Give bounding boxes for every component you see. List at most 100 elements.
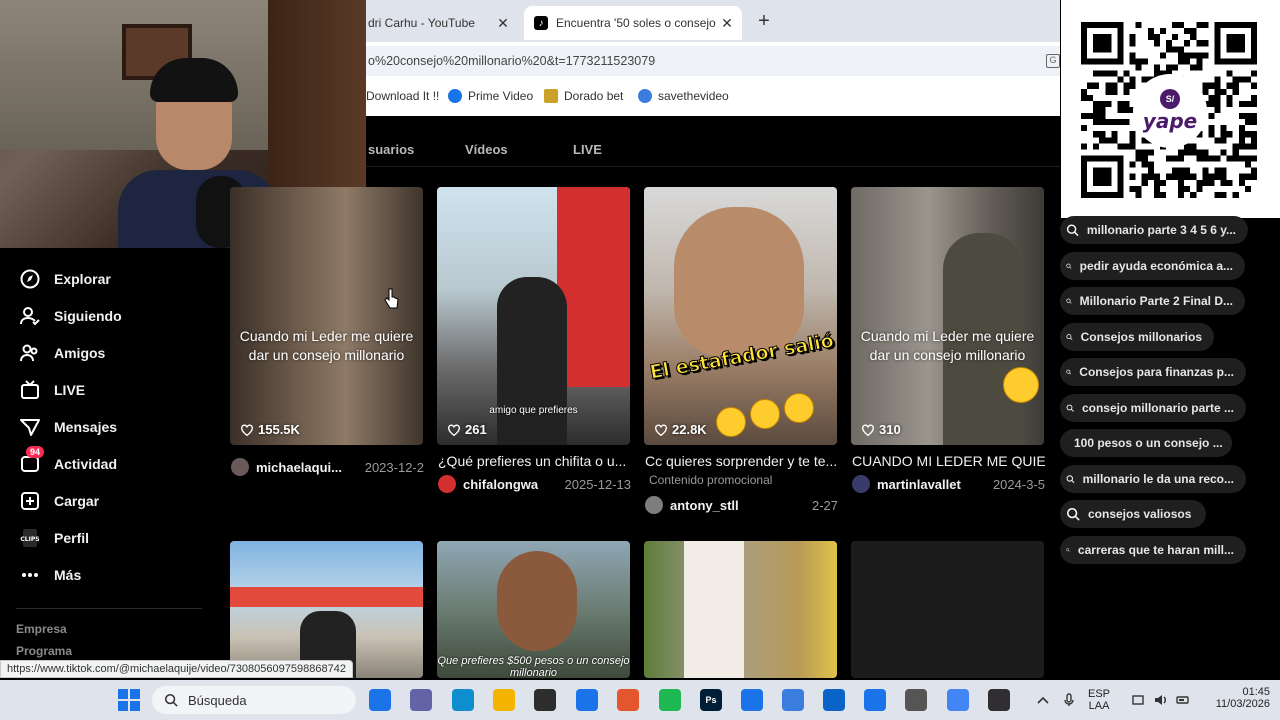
volume-icon[interactable] bbox=[1154, 693, 1168, 707]
windows-start-icon[interactable] bbox=[118, 689, 140, 711]
video-card-placeholder[interactable] bbox=[851, 541, 1044, 678]
video-card[interactable] bbox=[230, 541, 423, 678]
onedrive-icon[interactable] bbox=[741, 689, 763, 711]
sidebar-item-live[interactable]: LIVE bbox=[18, 375, 85, 405]
language-top: ESP bbox=[1088, 688, 1111, 700]
calendar-icon[interactable] bbox=[864, 689, 886, 711]
sidebar-item-mensajes[interactable]: Mensajes bbox=[18, 412, 117, 442]
avatar[interactable] bbox=[645, 496, 663, 514]
tab-live[interactable]: LIVE bbox=[573, 142, 602, 157]
clock[interactable]: 01:45 11/03/2026 bbox=[1204, 686, 1270, 710]
video-date: 2023-12-2 bbox=[364, 459, 424, 475]
new-tab-button[interactable]: + bbox=[754, 10, 774, 32]
related-search-item[interactable]: carreras que te haran mill... bbox=[1060, 535, 1246, 564]
related-search-item[interactable]: consejos valiosos bbox=[1060, 500, 1206, 528]
teams-icon[interactable] bbox=[410, 689, 432, 711]
video-title[interactable]: CUANDO MI LEDER ME QUIE... bbox=[852, 453, 1045, 469]
tab-usuarios[interactable]: suarios bbox=[368, 142, 414, 157]
obs-icon[interactable] bbox=[988, 689, 1010, 711]
footer-link-empresa[interactable]: Empresa bbox=[16, 622, 67, 636]
related-search-item[interactable]: 100 pesos o un consejo ... bbox=[1060, 429, 1232, 457]
sidebar-item-explorar[interactable]: Explorar bbox=[18, 264, 111, 294]
tab-tiktok[interactable]: ♪ Encuentra '50 soles o consejo m ✕ bbox=[524, 6, 742, 40]
calculator-icon[interactable] bbox=[905, 689, 927, 711]
sidebar-item-cargar[interactable]: Cargar bbox=[18, 486, 99, 516]
avatar[interactable] bbox=[438, 475, 456, 493]
avatar[interactable] bbox=[231, 458, 249, 476]
sidebar-item-label: Explorar bbox=[54, 271, 111, 287]
related-search-item[interactable]: Millonario Parte 2 Final D... bbox=[1060, 287, 1245, 315]
tab-close-icon[interactable]: ✕ bbox=[718, 15, 736, 32]
video-username[interactable]: chifalongwa bbox=[463, 477, 559, 492]
heart-icon bbox=[862, 423, 874, 436]
outlook-icon[interactable] bbox=[823, 689, 845, 711]
bookmark-download-it[interactable]: Download It !! bbox=[366, 89, 439, 103]
language-indicator[interactable]: ESP LAA bbox=[1088, 688, 1110, 712]
explorer-icon[interactable] bbox=[493, 689, 515, 711]
person-figure bbox=[497, 277, 567, 445]
related-search-item[interactable]: consejo millonario parte ... bbox=[1060, 393, 1246, 422]
bookmark-savethevideo[interactable]: savethevideo bbox=[638, 89, 729, 103]
video-card[interactable]: El estafador salió estafado 22.8K bbox=[644, 187, 837, 445]
sidebar-item-perfil[interactable]: CLIPS Perfil bbox=[18, 523, 89, 553]
url-text: o%20consejo%20millonario%20&t=1773211523… bbox=[368, 54, 656, 68]
sidebar-item-mas[interactable]: Más bbox=[18, 560, 81, 590]
tab-videos[interactable]: Vídeos bbox=[465, 142, 508, 157]
clock-date: 11/03/2026 bbox=[1215, 698, 1270, 710]
mail-icon[interactable] bbox=[576, 689, 598, 711]
video-username[interactable]: antony_stll bbox=[670, 498, 806, 513]
sidebar-item-actividad[interactable]: 94 Actividad bbox=[18, 446, 117, 479]
sidebar-item-label: LIVE bbox=[54, 382, 86, 398]
prime-video-icon bbox=[448, 89, 462, 103]
related-search-item[interactable]: Consejos para finanzas p... bbox=[1060, 358, 1246, 386]
related-search-label: consejo millonario parte ... bbox=[1081, 400, 1234, 415]
bookmark-dorado-bet[interactable]: Dorado bet bbox=[544, 89, 623, 103]
sidebar-item-label: Siguiendo bbox=[54, 308, 122, 324]
video-card[interactable]: Cuando mi Leder me quiere dar un consejo… bbox=[230, 187, 423, 445]
video-card[interactable]: amigo que prefieres 261 bbox=[437, 187, 630, 445]
taskbar: Búsqueda Ps ESP LAA 01:45 11/03/2026 bbox=[0, 680, 1280, 720]
sidebar-item-label: Amigos bbox=[54, 345, 106, 361]
battery-icon[interactable] bbox=[1176, 693, 1190, 707]
video-title[interactable]: Cc quieres sorprender y te te... bbox=[645, 453, 838, 469]
sidebar-item-siguiendo[interactable]: Siguiendo bbox=[18, 301, 122, 331]
like-count: 22.8K bbox=[654, 422, 707, 437]
like-count: 310 bbox=[861, 422, 901, 437]
address-bar[interactable]: o%20consejo%20millonario%20&t=1773211523… bbox=[366, 46, 1060, 76]
related-search-label: millonario parte 3 4 5 6 y... bbox=[1086, 223, 1236, 237]
search-icon bbox=[1066, 507, 1080, 521]
related-search-item[interactable]: pedir ayuda económica a... bbox=[1060, 251, 1245, 280]
footer-link-programa[interactable]: Programa bbox=[16, 644, 72, 658]
tab-close-icon[interactable]: ✕ bbox=[494, 15, 512, 32]
task-view-icon[interactable] bbox=[369, 689, 391, 711]
notepad-icon[interactable] bbox=[782, 689, 804, 711]
video-username[interactable]: martinlavallet bbox=[877, 477, 987, 492]
store-icon[interactable] bbox=[534, 689, 556, 711]
video-card[interactable]: Que prefieres $500 pesos o un consejo mi… bbox=[437, 541, 630, 678]
related-search-item[interactable]: millonario parte 3 4 5 6 y... bbox=[1060, 216, 1248, 244]
video-overlay-text: Que prefieres $500 pesos o un consejo mi… bbox=[437, 655, 630, 678]
related-search-item[interactable]: millonario le da una reco... bbox=[1060, 464, 1246, 493]
avatar[interactable] bbox=[852, 475, 870, 493]
related-search-item[interactable]: Consejos millonarios bbox=[1060, 322, 1214, 351]
media-icon[interactable] bbox=[617, 689, 639, 711]
taskbar-search[interactable]: Búsqueda bbox=[152, 686, 356, 714]
tab-youtube[interactable]: dri Carhu - YouTube ✕ bbox=[366, 6, 518, 40]
spotify-icon[interactable] bbox=[659, 689, 681, 711]
sidebar: Explorar Siguiendo Amigos LIVE Mensajes … bbox=[0, 248, 220, 678]
video-title[interactable]: ¿Qué prefieres un chifita o u... bbox=[438, 453, 631, 469]
video-card[interactable]: Cuando mi Leder me quiere dar un consejo… bbox=[851, 187, 1044, 445]
sidebar-item-amigos[interactable]: Amigos bbox=[18, 338, 105, 368]
video-username[interactable]: michaelaqui... bbox=[256, 460, 359, 475]
microphone-icon[interactable] bbox=[1062, 693, 1076, 707]
chevron-up-icon[interactable] bbox=[1036, 693, 1050, 707]
edge-icon[interactable] bbox=[452, 689, 474, 711]
translate-icon[interactable]: G bbox=[1046, 54, 1060, 68]
bookmark-prime-video[interactable]: Prime Video bbox=[448, 89, 533, 103]
related-search-label: 100 pesos o un consejo ... bbox=[1074, 436, 1223, 450]
network-icon[interactable] bbox=[1132, 693, 1146, 707]
chrome-icon[interactable] bbox=[947, 689, 969, 711]
photoshop-icon[interactable]: Ps bbox=[700, 689, 722, 711]
search-icon bbox=[1066, 404, 1074, 412]
video-card[interactable] bbox=[644, 541, 837, 678]
